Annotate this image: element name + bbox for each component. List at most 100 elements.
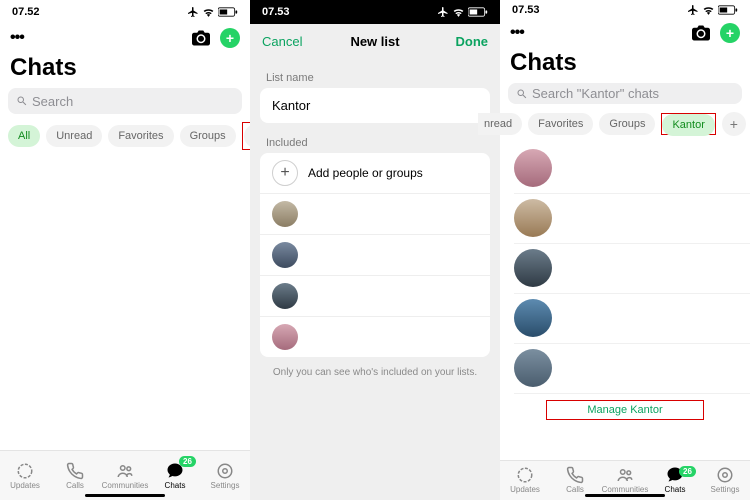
plus-icon: + — [272, 160, 298, 186]
included-person[interactable] — [260, 317, 490, 357]
communities-icon — [115, 462, 135, 480]
status-icons — [187, 6, 238, 18]
header: ••• + — [0, 24, 250, 50]
chat-row[interactable] — [514, 344, 750, 394]
updates-icon — [515, 466, 535, 484]
tab-calls[interactable]: Calls — [50, 451, 100, 500]
listname-label: List name — [250, 58, 500, 88]
page-title: Chats — [500, 45, 750, 83]
pill-favorites[interactable]: Favorites — [108, 125, 173, 147]
status-icons — [687, 4, 738, 16]
camera-icon[interactable] — [692, 25, 710, 41]
included-label: Included — [250, 123, 500, 153]
airplane-icon — [187, 6, 199, 18]
tab-settings[interactable]: Settings — [200, 451, 250, 500]
pill-groups[interactable]: Groups — [180, 125, 236, 147]
status-bar: 07.53 — [500, 0, 750, 19]
status-bar: 07.53 — [250, 0, 500, 24]
settings-icon — [215, 462, 235, 480]
home-indicator — [585, 494, 665, 497]
battery-icon — [218, 7, 238, 17]
avatar — [272, 283, 298, 309]
wifi-icon — [452, 7, 465, 17]
pill-unread[interactable]: nread — [478, 113, 522, 135]
pill-all[interactable]: All — [8, 125, 40, 147]
tab-communities[interactable]: Communities — [100, 451, 150, 500]
chats-badge: 26 — [179, 456, 196, 467]
pill-favorites[interactable]: Favorites — [528, 113, 593, 135]
status-time: 07.52 — [12, 6, 40, 18]
add-list-button[interactable]: + — [722, 112, 746, 136]
more-menu-icon[interactable]: ••• — [10, 29, 24, 47]
included-person[interactable] — [260, 235, 490, 276]
filter-pills: nread Favorites Groups Kantor + — [470, 112, 750, 144]
new-chat-button[interactable]: + — [220, 28, 240, 48]
airplane-icon — [437, 6, 449, 18]
tab-chats[interactable]: 26Chats — [150, 451, 200, 500]
search-icon — [516, 88, 528, 100]
tab-settings[interactable]: Settings — [700, 461, 750, 500]
status-time: 07.53 — [262, 6, 290, 18]
done-button[interactable]: Done — [456, 34, 489, 49]
listname-input[interactable]: Kantor — [260, 88, 490, 123]
updates-icon — [15, 462, 35, 480]
pill-groups[interactable]: Groups — [599, 113, 655, 135]
phone-screen-1: 07.52 ••• + Chats Search All Unread Favo… — [0, 0, 250, 500]
add-people-row[interactable]: + Add people or groups — [260, 153, 490, 194]
search-placeholder: Search — [32, 94, 73, 109]
communities-icon — [615, 466, 635, 484]
included-list: + Add people or groups — [260, 153, 490, 357]
cancel-button[interactable]: Cancel — [262, 34, 302, 49]
chat-row[interactable] — [514, 144, 750, 194]
chat-row[interactable] — [514, 294, 750, 344]
airplane-icon — [687, 4, 699, 16]
settings-icon — [715, 466, 735, 484]
tab-updates[interactable]: Updates — [500, 461, 550, 500]
status-bar: 07.52 — [0, 0, 250, 24]
status-icons — [437, 6, 488, 18]
manage-list-button[interactable]: Manage Kantor — [546, 400, 703, 420]
avatar — [514, 249, 552, 287]
pill-kantor[interactable]: Kantor — [662, 114, 714, 136]
modal-header: Cancel New list Done — [250, 24, 500, 58]
chat-list — [500, 144, 750, 394]
calls-icon — [65, 462, 85, 480]
search-icon — [16, 95, 28, 107]
phone-screen-2: 07.53 Cancel New list Done List name Kan… — [250, 0, 500, 500]
chat-row[interactable] — [514, 194, 750, 244]
filter-pills: All Unread Favorites Groups + — [0, 122, 250, 158]
search-input[interactable]: Search "Kantor" chats — [508, 83, 742, 104]
more-menu-icon[interactable]: ••• — [510, 24, 524, 42]
wifi-icon — [202, 7, 215, 17]
manage-section: Manage Kantor — [500, 394, 750, 460]
avatar — [514, 299, 552, 337]
tab-bar: Updates Calls Communities 26Chats Settin… — [0, 450, 250, 500]
avatar — [272, 324, 298, 350]
included-person[interactable] — [260, 276, 490, 317]
avatar — [272, 201, 298, 227]
wifi-icon — [702, 5, 715, 15]
included-person[interactable] — [260, 194, 490, 235]
page-title: Chats — [0, 50, 250, 88]
avatar — [514, 349, 552, 387]
highlight-box: + — [242, 122, 250, 150]
tab-updates[interactable]: Updates — [0, 451, 50, 500]
add-people-label: Add people or groups — [308, 166, 423, 180]
status-time: 07.53 — [512, 4, 540, 16]
search-input[interactable]: Search — [8, 88, 242, 114]
battery-icon — [468, 7, 488, 17]
header: ••• + — [500, 19, 750, 45]
search-placeholder: Search "Kantor" chats — [532, 86, 659, 101]
privacy-hint: Only you can see who's included on your … — [250, 357, 500, 388]
battery-icon — [718, 5, 738, 15]
camera-icon[interactable] — [192, 30, 210, 46]
new-chat-button[interactable]: + — [720, 23, 740, 43]
chat-row[interactable] — [514, 244, 750, 294]
pill-unread[interactable]: Unread — [46, 125, 102, 147]
highlight-box: Kantor — [661, 113, 715, 135]
avatar — [514, 199, 552, 237]
chats-badge: 26 — [679, 466, 696, 477]
home-indicator — [85, 494, 165, 497]
calls-icon — [565, 466, 585, 484]
avatar — [272, 242, 298, 268]
